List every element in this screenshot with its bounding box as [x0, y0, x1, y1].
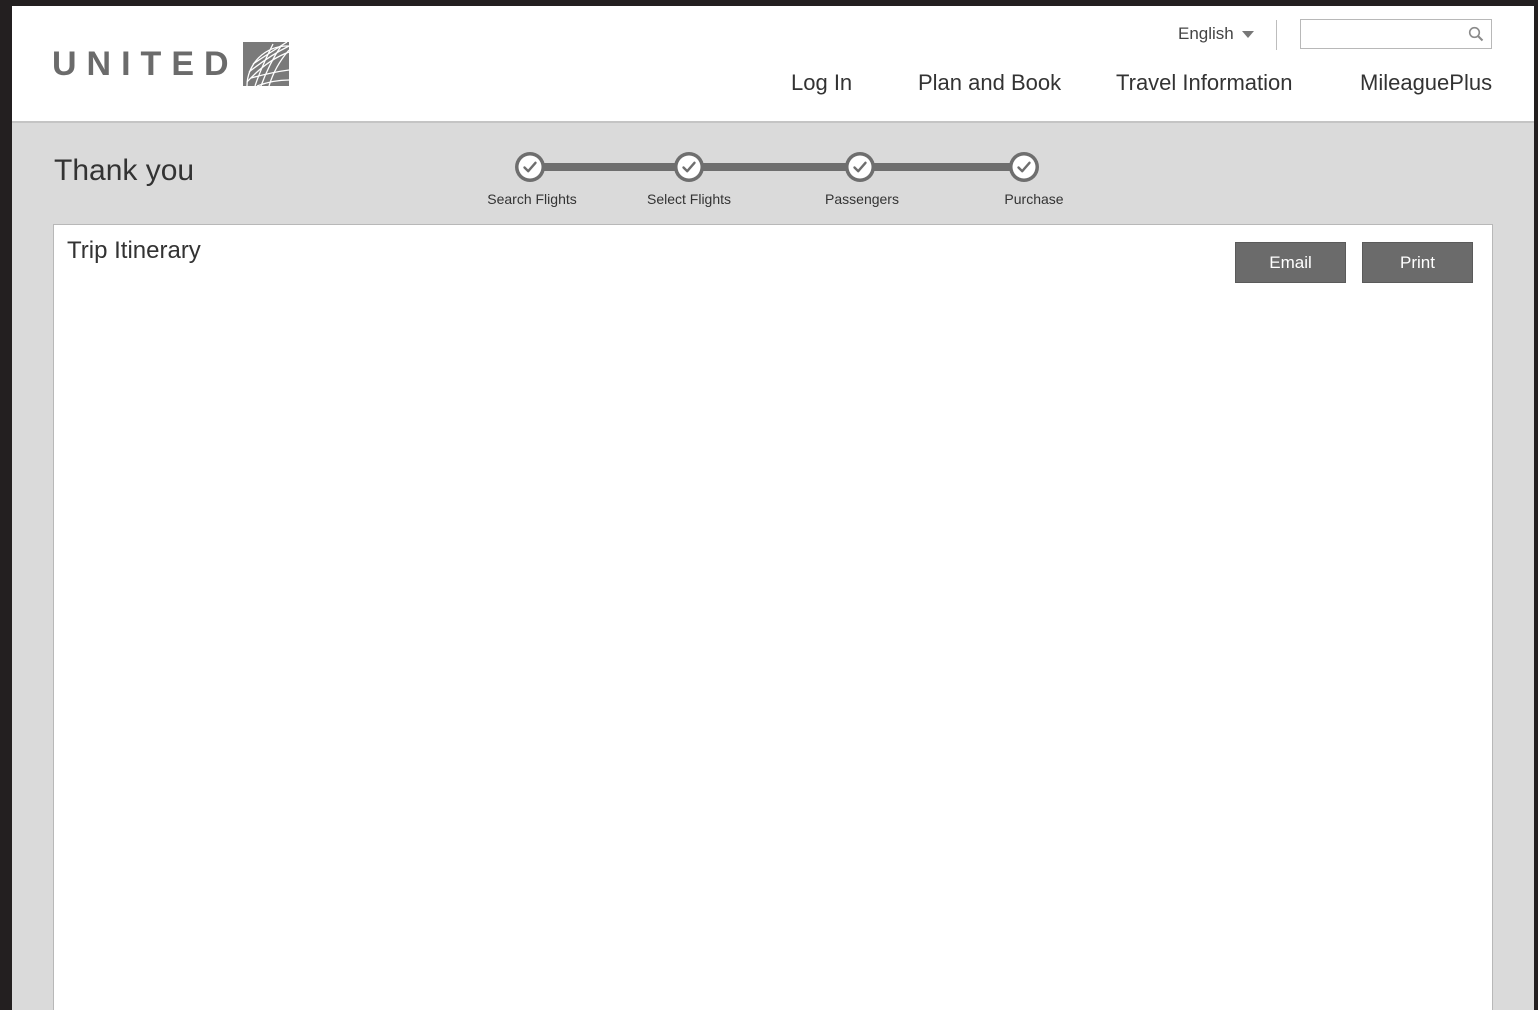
app-window: UNITED English Log In Plan and Book Trav…: [12, 6, 1534, 1010]
language-selector[interactable]: English: [1178, 24, 1254, 44]
header-divider: [1276, 20, 1277, 50]
page-title: Thank you: [54, 154, 195, 187]
nav-travel-information[interactable]: Travel Information: [1116, 70, 1292, 96]
search-icon[interactable]: [1468, 26, 1484, 42]
site-header: UNITED English Log In Plan and Book Trav…: [12, 6, 1534, 123]
search-box[interactable]: [1300, 19, 1492, 49]
united-logo[interactable]: UNITED: [52, 42, 289, 86]
search-input[interactable]: [1307, 21, 1471, 49]
language-label: English: [1178, 24, 1234, 43]
step-search-flights: [515, 152, 545, 182]
step-label: Select Flights: [646, 191, 732, 207]
nav-log-in[interactable]: Log In: [791, 70, 852, 96]
trip-itinerary-panel: Trip Itinerary Email Print: [53, 224, 1493, 1010]
checkmark-icon: [518, 155, 542, 179]
globe-logo-icon: [242, 42, 289, 86]
checkmark-icon: [677, 155, 701, 179]
nav-mileageplus[interactable]: MileaguePlus: [1360, 70, 1492, 96]
panel-title: Trip Itinerary: [67, 237, 201, 264]
checkmark-icon: [1012, 155, 1036, 179]
step-label: Passengers: [825, 191, 899, 207]
step-label: Purchase: [1004, 191, 1064, 207]
step-select-flights: [674, 152, 704, 182]
caret-down-icon: [1241, 30, 1254, 38]
checkmark-icon: [848, 155, 872, 179]
email-button[interactable]: Email: [1235, 242, 1346, 283]
logo-wordmark: UNITED: [52, 45, 239, 83]
print-button[interactable]: Print: [1362, 242, 1473, 283]
step-purchase: [1009, 152, 1039, 182]
step-passengers: [845, 152, 875, 182]
step-label: Search Flights: [487, 191, 577, 207]
nav-plan-and-book[interactable]: Plan and Book: [918, 70, 1061, 96]
